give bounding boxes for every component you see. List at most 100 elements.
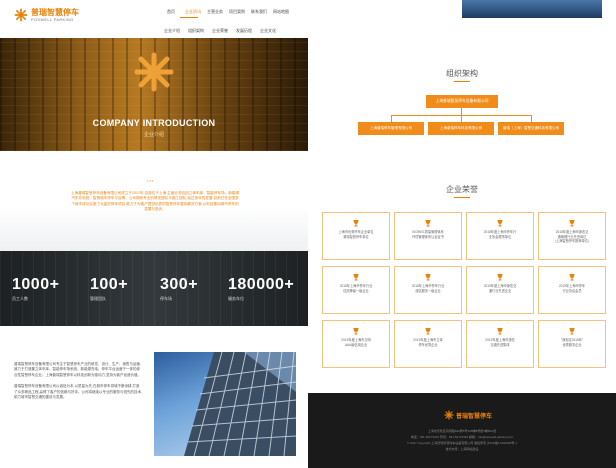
honor-card-text: ISO9001质量管理体系 环境管理体系认证证书: [412, 230, 444, 239]
brand-name-en: POSWELL PARKING: [31, 16, 74, 22]
honor-card-text: 2018年度上海市静态交 通管理行业先进单位 （上海智慧停车推荐单位）: [552, 230, 592, 244]
org-connector: [461, 108, 462, 115]
honor-card-text: 2018年度上海市停车行 业协会理事单位: [483, 230, 517, 239]
honor-card-text: 上海市优秀停车企业单位 普瑞智慧停车单位: [338, 230, 374, 239]
intro-text: 上海普瑞智慧停车设备有限公司成立于2017年,总部位于上海,主营业务包括立体车库…: [70, 191, 240, 212]
subnav-item-culture[interactable]: 企业文化: [256, 28, 280, 34]
subnav-item-honors[interactable]: 企业荣誉: [208, 28, 232, 34]
about-paragraph: 普瑞智慧停车设备有限公司以诚信为本,以质量为先,在城市停车领域不断深耕,打造了众…: [14, 384, 142, 400]
honor-card-text: 2019年上海市停车 行业协会会员: [558, 284, 586, 293]
nav-item-home[interactable]: 首页: [160, 9, 182, 15]
main-nav: 首页 企业资讯 主营业务 项目案例 联系我们 网站地图: [160, 9, 292, 15]
org-child-node[interactable]: 上海普瑞停车管理有限公司: [358, 122, 424, 135]
honor-card-text: 2018年上海市停车行业 诚信服务一级企业: [411, 284, 445, 293]
footer-copyright: © 2017 Copyright 上海普瑞智慧停车设备有限公司 版权所有 沪IC…: [407, 441, 517, 445]
honor-card[interactable]: 2019年度上海市文明 AAA级信用企业: [322, 320, 390, 368]
building-photo: [154, 352, 296, 456]
honor-card-text: 2019年度上海市立体 停车优秀企业: [413, 338, 443, 347]
stat-parking-lots: 300+ 停车场: [160, 277, 198, 302]
stat-number: 1000+: [12, 276, 60, 293]
nav-item-company[interactable]: 企业资讯: [182, 9, 204, 15]
honors-title: 企业荣誉: [446, 185, 478, 194]
org-root-node[interactable]: 上海普瑞智慧停车设备有限公司: [426, 95, 498, 108]
trophy-icon: [425, 328, 431, 335]
brand-name-cn: 普瑞智慧停车: [31, 7, 79, 17]
trophy-icon: [569, 328, 575, 335]
footer-brand-mark-icon: [444, 410, 454, 420]
trophy-icon: [425, 220, 431, 227]
trophy-icon: [497, 220, 503, 227]
trophy-icon: [569, 220, 575, 227]
honor-card-text: "静安区2018年" 优秀服务企业: [560, 338, 584, 347]
org-child-node[interactable]: 普瑞（上海）智慧交通科技有限公司: [498, 122, 564, 135]
nav-item-sitemap[interactable]: 网站地图: [270, 9, 292, 15]
footer-address: 上海市普陀区真南路822弄8号228幢8号楼1幢8F2层: [427, 429, 497, 433]
about-text: 普瑞智慧停车设备有限公司专注于智慧停车产业的研发、设计、生产、销售与运营,致力于…: [14, 362, 142, 406]
nav-item-contact[interactable]: 联系我们: [248, 9, 270, 15]
org-child-node[interactable]: 上海普瑞停车科技有限公司: [428, 122, 494, 135]
trophy-icon: [569, 274, 575, 281]
honor-card[interactable]: 2018年度上海市停车行 业协会理事单位: [466, 212, 534, 260]
stat-employees: 1000+ 员工人数: [12, 277, 59, 302]
hero-brand-mark-icon: [134, 52, 174, 92]
site-footer: 普瑞智慧停车 上海市普陀区真南路822弄8号228幢8号楼1幢8F2层 电话：0…: [308, 393, 616, 468]
honor-card-text: 2018年上海市停车行业 信用等级一级企业: [339, 284, 373, 293]
honor-card[interactable]: 2019年上海市停车 行业协会会员: [538, 266, 606, 314]
top-image-fragment: [462, 0, 602, 18]
stat-number: 180000+: [228, 276, 295, 293]
right-page-column: 组织架构 上海普瑞智慧停车设备有限公司 上海普瑞停车管理有限公司 上海普瑞停车科…: [308, 0, 616, 468]
hero-title: COMPANY INTRODUCTION: [92, 118, 216, 128]
stat-spaces: 180000+ 服务车位: [228, 277, 294, 302]
about-paragraph: 普瑞智慧停车设备有限公司专注于智慧停车产业的研发、设计、生产、销售与运营,致力于…: [14, 362, 141, 377]
section-dots: •••: [147, 178, 155, 183]
honor-card[interactable]: 2018年上海市停车行业 信用等级一级企业: [322, 266, 390, 314]
footer-brand-name: 普瑞智慧停车: [456, 413, 493, 420]
left-page-column: 普瑞智慧停车 POSWELL PARKING 首页 企业资讯 主营业务 项目案例…: [0, 0, 308, 468]
nav-item-cases[interactable]: 项目案例: [226, 9, 248, 15]
honor-card-text: 2019年度上海市静态交 通行业先进企业: [483, 284, 517, 293]
honor-card-text: 2019年度上海市静态 交通先进集体: [485, 338, 515, 347]
sub-nav: 企业介绍 组织架构 企业荣誉 发展历程 企业文化: [160, 28, 280, 34]
subnav-item-intro[interactable]: 企业介绍: [160, 28, 184, 34]
honor-card[interactable]: 2018年度上海市静态交 通管理行业先进单位 （上海智慧停车推荐单位）: [538, 212, 606, 260]
trophy-icon: [497, 328, 503, 335]
hero-banner: COMPANY INTRODUCTION 企业介绍: [0, 38, 308, 151]
trophy-icon: [425, 274, 431, 281]
honor-card[interactable]: 2019年度上海市静态交 通行业先进企业: [466, 266, 534, 314]
stats-band: 1000+ 员工人数 100+ 管理团队 300+ 停车场 180000+ 服务…: [0, 251, 308, 326]
about-section: 普瑞智慧停车设备有限公司专注于智慧停车产业的研发、设计、生产、销售与运营,致力于…: [0, 326, 308, 468]
site-header: 普瑞智慧停车 POSWELL PARKING 首页 企业资讯 主营业务 项目案例…: [0, 0, 308, 39]
stat-label: 管理团队: [90, 296, 106, 301]
building-illustration: [184, 352, 296, 456]
org-title-underline: [454, 81, 470, 82]
trophy-icon: [353, 328, 359, 335]
honor-card[interactable]: ISO9001质量管理体系 环境管理体系认证证书: [394, 212, 462, 260]
honor-card[interactable]: 上海市优秀停车企业单位 普瑞智慧停车单位: [322, 212, 390, 260]
stat-label: 服务车位: [228, 296, 244, 301]
hero-subtitle: 企业介绍: [143, 132, 164, 138]
honor-card[interactable]: "静安区2018年" 优秀服务企业: [538, 320, 606, 368]
brand-logo[interactable]: 普瑞智慧停车 POSWELL PARKING: [14, 8, 79, 22]
honor-card[interactable]: 2019年度上海市静态 交通先进集体: [466, 320, 534, 368]
trophy-icon: [353, 220, 359, 227]
footer-support: 技术支持：上海网站建设: [445, 447, 479, 451]
brand-mark-icon: [14, 8, 28, 22]
honor-card[interactable]: 2018年上海市停车行业 诚信服务一级企业: [394, 266, 462, 314]
footer-logo[interactable]: 普瑞智慧停车: [444, 410, 492, 420]
subnav-item-org[interactable]: 组织架构: [184, 28, 208, 34]
honors-title-underline: [454, 197, 470, 198]
nav-active-indicator: [180, 17, 198, 18]
stat-label: 停车场: [160, 296, 172, 301]
org-connector: [531, 115, 532, 122]
subnav-item-history[interactable]: 发展历程: [232, 28, 256, 34]
stat-number: 300+: [160, 276, 199, 293]
honor-card[interactable]: 2019年度上海市立体 停车优秀企业: [394, 320, 462, 368]
org-title: 组织架构: [446, 69, 478, 78]
nav-item-business[interactable]: 主营业务: [204, 9, 226, 15]
org-connector: [461, 115, 462, 122]
footer-contact: 电话：021-52173315 传真：021-52173315 邮箱：info@…: [410, 435, 514, 439]
intro-section: ••• 上海普瑞智慧停车设备有限公司成立于2017年,总部位于上海,主营业务包括…: [0, 151, 308, 251]
stat-management: 100+ 管理团队: [90, 277, 128, 302]
trophy-icon: [497, 274, 503, 281]
stat-number: 100+: [90, 276, 129, 293]
